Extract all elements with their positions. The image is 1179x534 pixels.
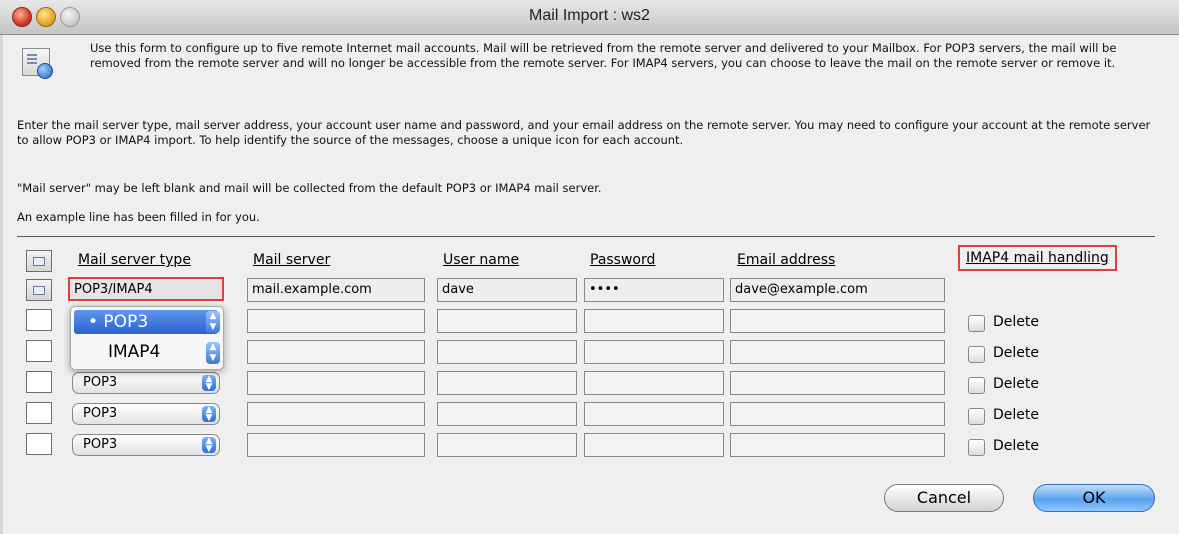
delete-checkbox[interactable] <box>968 315 985 332</box>
example-icon <box>26 279 52 301</box>
mail-server-input[interactable] <box>247 433 425 457</box>
menu-item-imap4[interactable]: IMAP4 <box>74 340 218 364</box>
user-name-input[interactable] <box>437 340 577 364</box>
intro-paragraph-2: Enter the mail server type, mail server … <box>17 118 1151 147</box>
mail-server-input[interactable] <box>247 309 425 333</box>
ok-button[interactable]: OK <box>1033 484 1155 512</box>
account-icon-well[interactable] <box>26 371 52 393</box>
mail-server-type-value: POP3 <box>83 437 118 452</box>
delete-checkbox[interactable] <box>968 408 985 425</box>
password-input[interactable] <box>584 340 724 364</box>
email-address-input[interactable] <box>730 309 945 333</box>
column-header-user-name: User name <box>443 252 520 268</box>
mail-server-input[interactable] <box>247 340 425 364</box>
column-header-mail-server-type: Mail server type <box>78 252 191 268</box>
example-mail-server: mail.example.com <box>247 278 425 302</box>
mail-import-icon <box>22 48 53 79</box>
mail-server-type-select[interactable]: POP3 ▲ ▼ <box>72 434 220 456</box>
updown-arrows-icon: ▲ ▼ <box>202 406 216 423</box>
intro-paragraph-4: An example line has been filled in for y… <box>17 210 260 224</box>
delete-checkbox[interactable] <box>968 346 985 363</box>
delete-label: Delete <box>993 314 1039 330</box>
user-name-input[interactable] <box>437 402 577 426</box>
mail-server-type-popup-menu: • POP3 IMAP4 ▲ ▼ ▲ ▼ <box>70 306 224 370</box>
account-icon-well[interactable] <box>26 433 52 455</box>
window-edge <box>0 34 3 534</box>
delete-label: Delete <box>993 407 1039 423</box>
mail-server-input[interactable] <box>247 371 425 395</box>
example-mail-server-type: POP3/IMAP4 <box>68 277 224 301</box>
updown-arrows-icon: ▲ ▼ <box>202 437 216 454</box>
password-input[interactable] <box>584 371 724 395</box>
menu-item-pop3[interactable]: • POP3 <box>74 310 218 334</box>
account-icon-well[interactable] <box>26 309 52 331</box>
divider <box>17 236 1155 237</box>
delete-label: Delete <box>993 438 1039 454</box>
email-address-input[interactable] <box>730 433 945 457</box>
example-email-address: dave@example.com <box>730 278 945 302</box>
mail-server-type-select[interactable]: POP3 ▲ ▼ <box>72 372 220 394</box>
password-input[interactable] <box>584 309 724 333</box>
column-header-imap4-mail-handling: IMAP4 mail handling <box>958 245 1117 271</box>
password-input[interactable] <box>584 433 724 457</box>
title-bar: Mail Import : ws2 <box>0 0 1179 35</box>
mail-import-window: Mail Import : ws2 Use this form to confi… <box>0 0 1179 534</box>
intro-paragraph-1: Use this form to configure up to five re… <box>90 41 1117 70</box>
user-name-input[interactable] <box>437 433 577 457</box>
window-title: Mail Import : ws2 <box>529 7 650 24</box>
delete-checkbox[interactable] <box>968 377 985 394</box>
updown-arrows-icon: ▲ ▼ <box>206 311 220 333</box>
email-address-input[interactable] <box>730 402 945 426</box>
user-name-input[interactable] <box>437 309 577 333</box>
updown-arrows-icon: ▲ ▼ <box>206 342 220 364</box>
mail-server-type-value: POP3 <box>83 406 118 421</box>
password-input[interactable] <box>584 402 724 426</box>
delete-checkbox[interactable] <box>968 439 985 456</box>
user-name-input[interactable] <box>437 371 577 395</box>
column-header-email-address: Email address <box>737 252 836 268</box>
account-icon-well[interactable] <box>26 340 52 362</box>
column-header-password: Password <box>590 252 656 268</box>
example-password: •••• <box>584 278 724 302</box>
mail-server-input[interactable] <box>247 402 425 426</box>
email-address-input[interactable] <box>730 340 945 364</box>
delete-label: Delete <box>993 376 1039 392</box>
mail-server-type-value: POP3 <box>83 375 118 390</box>
account-icon-header <box>26 250 52 272</box>
mail-server-type-select[interactable]: POP3 ▲ ▼ <box>72 403 220 425</box>
example-user-name: dave <box>437 278 577 302</box>
email-address-input[interactable] <box>730 371 945 395</box>
column-header-mail-server: Mail server <box>253 252 331 268</box>
cancel-button[interactable]: Cancel <box>884 484 1004 512</box>
updown-arrows-icon: ▲ ▼ <box>202 375 216 392</box>
delete-label: Delete <box>993 345 1039 361</box>
intro-paragraph-3: "Mail server" may be left blank and mail… <box>17 181 602 195</box>
account-icon-well[interactable] <box>26 402 52 424</box>
